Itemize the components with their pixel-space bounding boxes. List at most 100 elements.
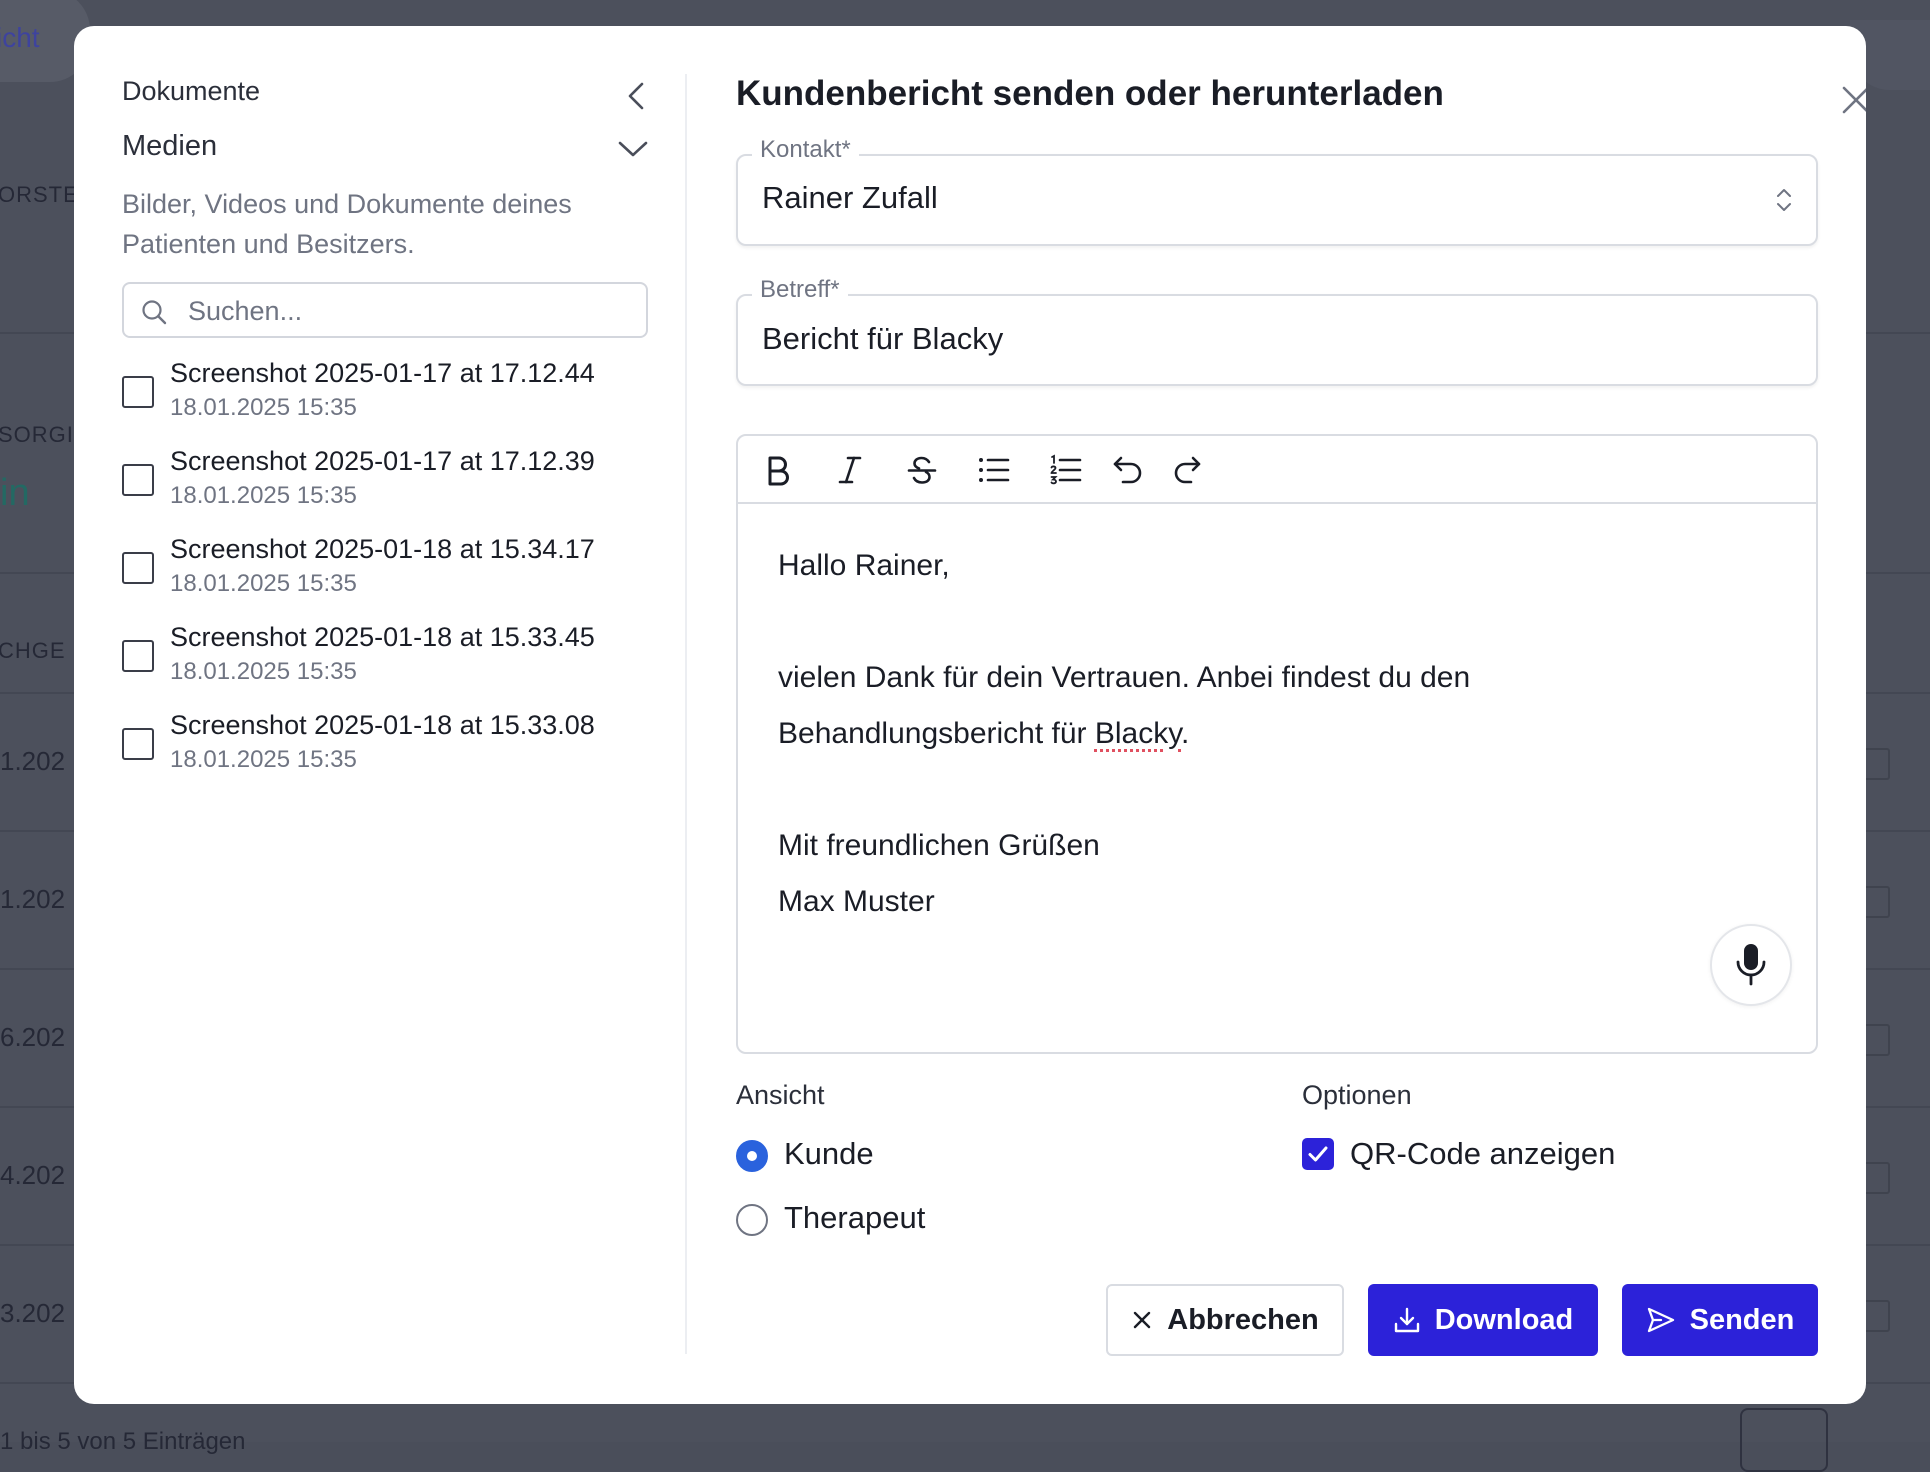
file-checkbox[interactable] xyxy=(122,376,154,408)
file-checkbox[interactable] xyxy=(122,640,154,672)
bold-icon xyxy=(768,456,789,486)
numbered-list-button[interactable] xyxy=(1046,450,1086,490)
file-name: Screenshot 2025-01-18 at 15.34.17 xyxy=(170,534,595,564)
background-tab-label: icht xyxy=(0,22,40,53)
send-button[interactable]: Senden xyxy=(1622,1284,1818,1356)
spellcheck-word: Blacky xyxy=(1094,717,1182,750)
message-closing: Mit freundlichen Grüßen xyxy=(778,829,1100,862)
pane-divider xyxy=(685,74,687,1354)
qr-code-checkbox[interactable] xyxy=(1302,1138,1334,1170)
radio-kunde-label[interactable]: Kunde xyxy=(784,1136,874,1172)
radio-therapeut-label[interactable]: Therapeut xyxy=(784,1200,925,1236)
strikethrough-button[interactable] xyxy=(902,450,942,490)
numbered-list-icon xyxy=(1050,454,1082,485)
background-date: 6.202 xyxy=(0,1022,66,1052)
list-item[interactable]: Screenshot 2025-01-18 at 15.33.45 18.01.… xyxy=(122,622,662,710)
contact-label: Kontakt* xyxy=(752,136,859,164)
download-button[interactable]: Download xyxy=(1368,1284,1598,1356)
view-label: Ansicht xyxy=(736,1080,825,1110)
background-label: SORGI xyxy=(0,422,74,447)
media-file-list: Screenshot 2025-01-17 at 17.12.44 18.01.… xyxy=(122,358,662,770)
undo-icon xyxy=(1113,456,1142,484)
media-description: Bilder, Videos und Dokumente deines Pati… xyxy=(122,189,572,259)
media-search[interactable] xyxy=(122,282,648,338)
radio-kunde[interactable] xyxy=(736,1140,768,1172)
empty-line xyxy=(778,762,1778,818)
background-date: 4.202 xyxy=(0,1160,66,1190)
background-accent: in xyxy=(0,472,30,514)
radio-therapeut[interactable] xyxy=(736,1204,768,1236)
send-label: Senden xyxy=(1689,1303,1795,1336)
qr-code-label[interactable]: QR-Code anzeigen xyxy=(1350,1136,1615,1172)
message-signature: Max Muster xyxy=(778,885,935,918)
bold-button[interactable] xyxy=(758,450,798,490)
background-label: ORSTE xyxy=(0,182,79,207)
message-editor[interactable]: Hallo Rainer, vielen Dank für dein Vertr… xyxy=(736,434,1818,1054)
search-input[interactable] xyxy=(186,290,630,332)
report-modal: Dokumente Medien Bilder, Videos und Doku… xyxy=(74,26,1866,1404)
search-icon xyxy=(142,300,167,325)
bullet-list-icon xyxy=(979,458,1010,482)
download-label: Download xyxy=(1434,1303,1574,1336)
background-date: 1.202 xyxy=(0,884,66,914)
file-name: Screenshot 2025-01-18 at 15.33.45 xyxy=(170,622,595,652)
chevron-down-icon[interactable] xyxy=(614,136,652,162)
subject-label: Betreff* xyxy=(752,276,848,304)
documents-header[interactable]: Dokumente xyxy=(122,76,260,107)
message-text: . xyxy=(1181,717,1190,750)
background-date: 3.202 xyxy=(0,1298,66,1328)
download-icon xyxy=(1394,1307,1419,1333)
background-trash-icon xyxy=(1862,1162,1890,1194)
file-name: Screenshot 2025-01-17 at 17.12.39 xyxy=(170,446,595,476)
file-date: 18.01.2025 15:35 xyxy=(170,394,357,421)
file-name: Screenshot 2025-01-17 at 17.12.44 xyxy=(170,358,595,388)
list-item[interactable]: Screenshot 2025-01-17 at 17.12.44 18.01.… xyxy=(122,358,662,446)
contact-value: Rainer Zufall xyxy=(762,180,938,215)
editor-toolbar xyxy=(738,436,1816,504)
message-greeting: Hallo Rainer, xyxy=(778,549,950,582)
cancel-label: Abbrechen xyxy=(1167,1303,1319,1336)
italic-button[interactable] xyxy=(830,450,870,490)
background-label: CHGE xyxy=(0,638,66,663)
background-trash-icon xyxy=(1862,748,1890,780)
bullet-list-button[interactable] xyxy=(974,450,1014,490)
background-trash-icon xyxy=(1862,1300,1890,1332)
file-date: 18.01.2025 15:35 xyxy=(170,658,357,685)
undo-button[interactable] xyxy=(1108,450,1148,490)
background-trash-icon xyxy=(1862,886,1890,918)
list-item[interactable]: Screenshot 2025-01-17 at 17.12.39 18.01.… xyxy=(122,446,662,534)
microphone-button[interactable] xyxy=(1710,924,1792,1006)
message-body-line: Behandlungsbericht für Blacky. xyxy=(778,706,1778,762)
chevron-left-icon[interactable] xyxy=(622,78,652,114)
italic-icon xyxy=(838,456,862,484)
file-date: 18.01.2025 15:35 xyxy=(170,746,357,770)
background-trash-icon xyxy=(1862,1024,1890,1056)
contact-select[interactable]: Kontakt* Rainer Zufall xyxy=(736,136,1818,246)
redo-button[interactable] xyxy=(1166,450,1206,490)
options-label: Optionen xyxy=(1302,1080,1412,1110)
subject-input[interactable] xyxy=(762,318,1762,360)
message-body-line: vielen Dank für dein Vertrauen. Anbei fi… xyxy=(778,661,1471,694)
list-item[interactable]: Screenshot 2025-01-18 at 15.33.08 18.01.… xyxy=(122,710,662,770)
background-date: 1.202 xyxy=(0,746,66,776)
file-checkbox[interactable] xyxy=(122,728,154,760)
editor-content[interactable]: Hallo Rainer, vielen Dank für dein Vertr… xyxy=(778,538,1778,930)
redo-icon xyxy=(1174,456,1201,484)
cancel-button[interactable]: Abbrechen xyxy=(1106,1284,1344,1356)
file-checkbox[interactable] xyxy=(122,464,154,496)
list-item[interactable]: Screenshot 2025-01-18 at 15.34.17 18.01.… xyxy=(122,534,662,622)
close-icon xyxy=(1134,1311,1151,1329)
strikethrough-icon xyxy=(907,456,937,484)
message-text: Behandlungsbericht für xyxy=(778,717,1095,750)
send-icon xyxy=(1647,1307,1674,1333)
microphone-icon xyxy=(1736,944,1766,986)
subject-field[interactable]: Betreff* xyxy=(736,276,1818,386)
dialog-title: Kundenbericht senden oder herunterladen xyxy=(736,74,1444,113)
file-date: 18.01.2025 15:35 xyxy=(170,482,357,509)
select-arrows-icon xyxy=(1777,189,1791,211)
media-header[interactable]: Medien xyxy=(122,130,217,163)
file-checkbox[interactable] xyxy=(122,552,154,584)
checkmark-icon xyxy=(1308,1146,1328,1162)
close-icon[interactable] xyxy=(1836,80,1866,120)
empty-line xyxy=(778,594,1778,650)
